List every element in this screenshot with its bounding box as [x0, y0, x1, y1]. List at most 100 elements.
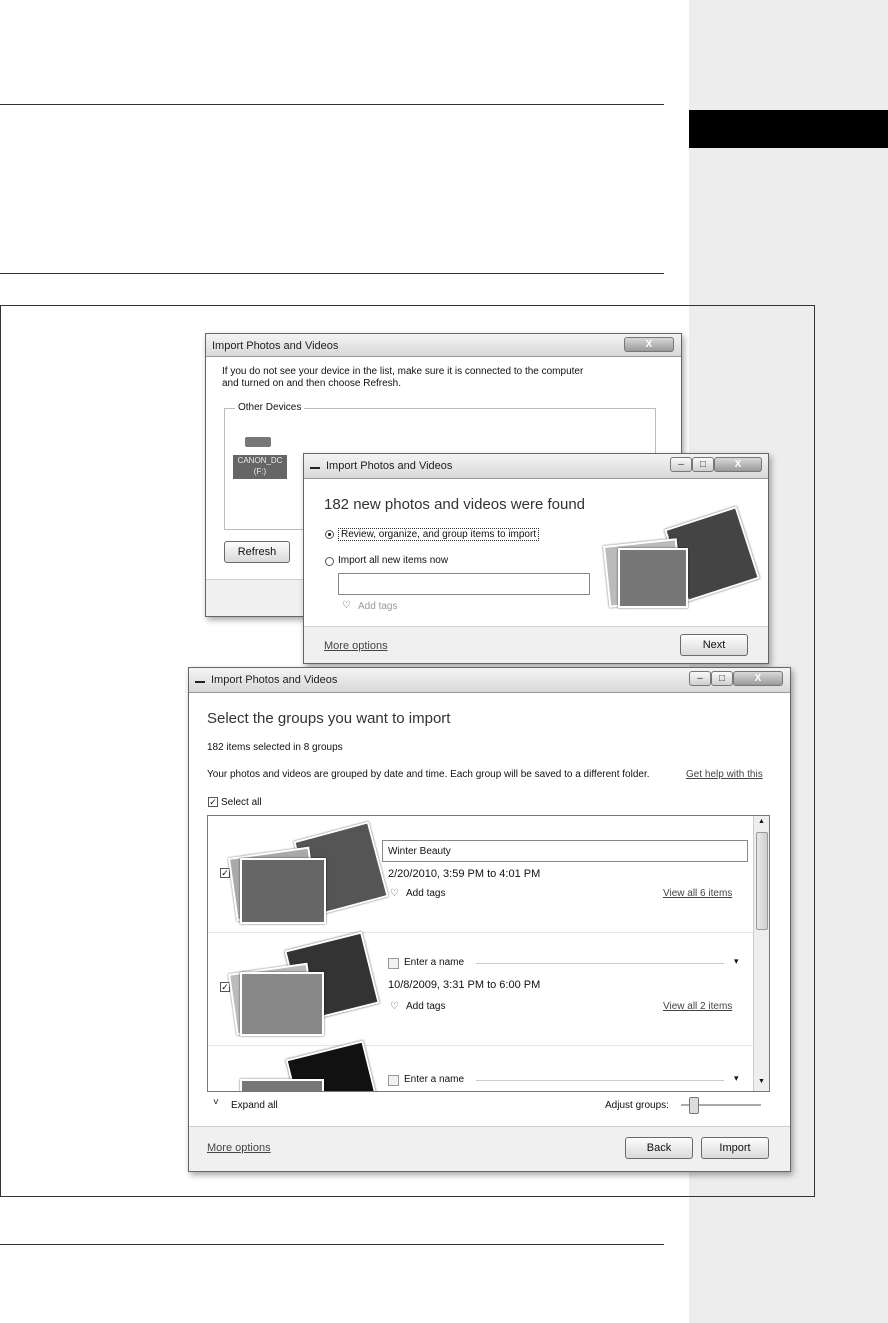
back-button[interactable]: Back: [625, 1137, 693, 1159]
maximize-icon: □: [718, 673, 726, 684]
group-date-range: 2/20/2010, 3:59 PM to 4:01 PM: [388, 868, 541, 880]
device-item[interactable]: CANON_DC (F:): [233, 437, 287, 481]
help-link[interactable]: Get help with this: [686, 769, 763, 780]
review-radio[interactable]: [325, 530, 334, 539]
top-rule: [0, 104, 664, 105]
close-icon: X: [754, 673, 762, 684]
window-icon: [310, 467, 320, 469]
found-heading: 182 new photos and videos were found: [324, 496, 586, 513]
more-options-link[interactable]: More options: [207, 1142, 271, 1154]
maximize-button[interactable]: □: [692, 457, 714, 472]
window-icon: [195, 681, 205, 683]
maximize-button[interactable]: □: [711, 671, 733, 686]
title-bar: Import Photos and Videos – □ X: [189, 668, 790, 693]
expand-all-link[interactable]: Expand all: [231, 1100, 278, 1111]
more-options-link[interactable]: More options: [324, 640, 388, 652]
add-tags-link[interactable]: Add tags: [406, 888, 445, 899]
minimize-button[interactable]: –: [670, 457, 692, 472]
group-name-input[interactable]: Winter Beauty: [382, 840, 748, 862]
device-message: If you do not see your device in the lis…: [222, 366, 584, 389]
tag-icon: ♡: [342, 600, 351, 611]
window-footer: More options Next: [304, 626, 768, 663]
group-thumbnail-stack: [227, 821, 389, 926]
next-button[interactable]: Next: [680, 634, 748, 656]
group-label: Other Devices: [235, 402, 305, 413]
group-name-value: Winter Beauty: [388, 846, 451, 857]
selection-summary: 182 items selected in 8 groups: [207, 742, 343, 753]
found-items-window: Import Photos and Videos – □ X 182 new p…: [303, 453, 769, 664]
select-groups-window: Import Photos and Videos – □ X Select th…: [188, 667, 791, 1172]
group-name-placeholder[interactable]: Enter a name: [404, 957, 464, 968]
title-bar: Import Photos and Videos – □ X: [304, 454, 768, 479]
group-row: ✓ Winter Beauty 2/20/2010, 3:59 PM to 4:…: [208, 816, 753, 933]
close-icon: X: [645, 339, 653, 350]
group-name-placeholder[interactable]: Enter a name: [404, 1074, 464, 1085]
back-button-label: Back: [646, 1142, 672, 1154]
group-photo: [240, 1079, 324, 1091]
window-title: Import Photos and Videos: [326, 460, 453, 472]
grouping-description: Your photos and videos are grouped by da…: [207, 769, 650, 780]
window-title: Import Photos and Videos: [211, 674, 338, 686]
preview-photo: [618, 548, 688, 608]
minimize-button[interactable]: –: [689, 671, 711, 686]
import-all-option-label[interactable]: Import all new items now: [338, 555, 448, 566]
import-button[interactable]: Import: [701, 1137, 769, 1159]
close-icon: X: [734, 459, 742, 470]
import-button-label: Import: [719, 1142, 751, 1154]
group-checkbox[interactable]: ✓: [220, 868, 230, 878]
scroll-down-icon[interactable]: ▼: [758, 1078, 765, 1085]
camera-drive-icon: [245, 437, 271, 447]
adjust-groups-label: Adjust groups:: [605, 1100, 669, 1111]
vertical-scrollbar[interactable]: ▲ ▼: [753, 816, 769, 1091]
tag-icon: ♡: [390, 888, 399, 899]
group-thumbnail-stack: [232, 1040, 382, 1091]
scrollbar-thumb[interactable]: [756, 832, 768, 930]
folder-icon: [388, 1075, 399, 1086]
chevron-down-icon[interactable]: ▾: [734, 956, 739, 967]
bottom-rule: [0, 1244, 664, 1245]
minimize-icon: –: [697, 673, 703, 684]
window-title: Import Photos and Videos: [212, 340, 339, 352]
name-field-line: [476, 1080, 724, 1081]
add-tags-link[interactable]: Add tags: [406, 1001, 445, 1012]
group-row: ✓ Enter a name ▾ 10/8/2009, 3:31 PM to 6…: [208, 931, 753, 1046]
chevron-down-icon[interactable]: ▾: [734, 1073, 739, 1084]
minimize-icon: –: [678, 459, 684, 470]
maximize-icon: □: [699, 459, 707, 470]
check-icon: ✓: [209, 797, 217, 807]
device-label: CANON_DC (F:): [233, 455, 287, 479]
tag-icon: ♡: [390, 1001, 399, 1012]
group-thumbnail-stack: [228, 931, 382, 1038]
expand-icon: ˅: [213, 1097, 219, 1108]
chapter-tab: [689, 110, 888, 148]
view-all-link[interactable]: View all 6 items: [663, 888, 732, 899]
scroll-up-icon[interactable]: ▲: [758, 818, 765, 825]
name-field-line: [476, 963, 724, 964]
group-photo: [240, 858, 326, 924]
import-all-radio[interactable]: [325, 557, 334, 566]
mid-rule: [0, 273, 664, 274]
view-all-link[interactable]: View all 2 items: [663, 1001, 732, 1012]
folder-icon: [388, 958, 399, 969]
refresh-button[interactable]: Refresh: [224, 541, 290, 563]
preview-thumbnail-stack: [602, 506, 760, 608]
groups-heading: Select the groups you want to import: [207, 710, 451, 727]
check-icon: ✓: [221, 868, 229, 878]
group-photo: [240, 972, 324, 1036]
close-button[interactable]: X: [714, 457, 762, 472]
next-button-label: Next: [702, 639, 726, 651]
add-tags-link[interactable]: Add tags: [358, 601, 397, 612]
group-list: ✓ Winter Beauty 2/20/2010, 3:59 PM to 4:…: [207, 815, 770, 1092]
review-option-label[interactable]: Review, organize, and group items to imp…: [338, 528, 540, 541]
check-icon: ✓: [221, 982, 229, 992]
slider-thumb[interactable]: [689, 1097, 699, 1114]
adjust-groups-slider[interactable]: [681, 1097, 761, 1114]
select-all-checkbox[interactable]: ✓: [208, 797, 218, 807]
close-button[interactable]: X: [733, 671, 783, 686]
close-button[interactable]: X: [624, 337, 674, 352]
title-bar: Import Photos and Videos X: [206, 334, 681, 357]
tags-input[interactable]: [338, 573, 590, 595]
window-footer: More options Back Import: [189, 1126, 790, 1171]
select-all-label: Select all: [221, 797, 262, 808]
group-row: Enter a name ▾: [208, 1040, 753, 1091]
